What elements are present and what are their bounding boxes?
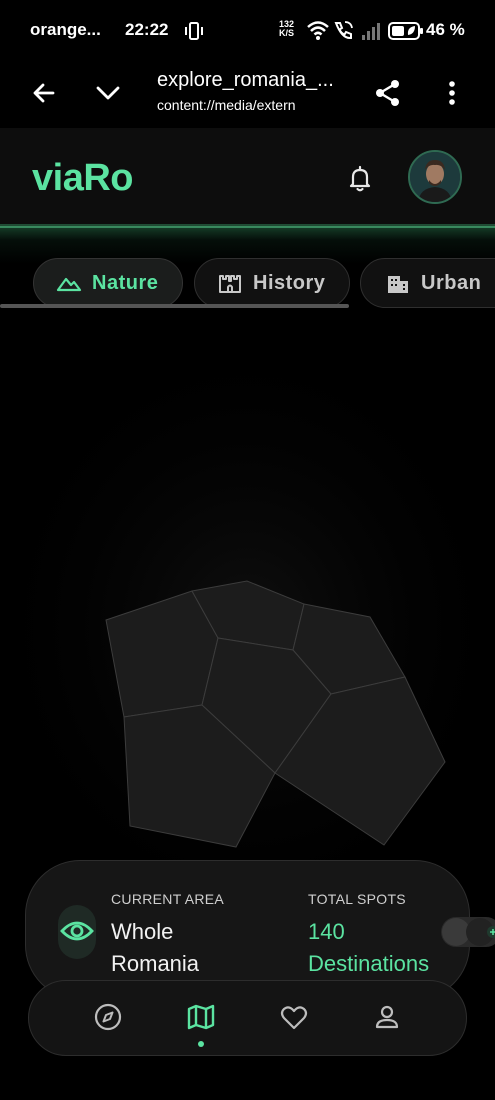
eye-icon [60, 921, 94, 941]
castle-icon [219, 275, 241, 293]
total-spots-value: 140 Destinations [308, 919, 430, 976]
app-logo[interactable]: viaRo [32, 157, 133, 200]
share-icon[interactable] [373, 78, 403, 108]
chip-label: Urban [421, 271, 482, 294]
current-area-label: CURRENT AREA [111, 891, 225, 907]
battery-percent: 46 % [426, 20, 465, 39]
active-nav-indicator [198, 1041, 204, 1047]
wifi-icon [307, 21, 329, 40]
person-icon[interactable] [372, 1002, 402, 1032]
chip-label: History [253, 271, 326, 294]
net-speed-unit: K/S [279, 28, 295, 38]
battery-saver-icon [388, 22, 423, 40]
romania-regions-map[interactable] [0, 320, 495, 880]
toggle-switch[interactable] [441, 916, 495, 948]
chevron-down-icon[interactable] [93, 78, 123, 108]
app-screen: orange... 22:22 132 K/S 46 % explore_rom… [0, 0, 495, 1100]
signal-icon [362, 23, 380, 40]
header-divider [0, 226, 495, 228]
net-speed: 132 K/S [279, 20, 294, 38]
page-title: explore_romania_... [157, 69, 334, 91]
mountain-icon [56, 277, 82, 292]
avatar[interactable] [408, 150, 462, 204]
avatar-portrait [410, 152, 460, 202]
wifi-calling-icon [334, 21, 353, 40]
chip-label: Nature [92, 271, 159, 294]
heart-icon[interactable] [279, 1002, 309, 1032]
chip-urban[interactable]: Urban [360, 258, 495, 308]
chip-history[interactable]: History [194, 258, 350, 308]
back-arrow-icon[interactable] [29, 78, 59, 108]
map-icon[interactable] [186, 1002, 216, 1032]
page-url[interactable]: content://media/extern [157, 97, 296, 113]
building-icon [388, 276, 408, 293]
carrier-name: orange... [30, 20, 101, 39]
more-vert-icon[interactable] [437, 78, 467, 108]
chips-scroll-indicator[interactable] [0, 304, 349, 308]
bell-icon[interactable] [344, 162, 376, 194]
total-spots-label: TOTAL SPOTS [308, 891, 406, 907]
chip-nature[interactable]: Nature [33, 258, 183, 308]
status-time: 22:22 [125, 20, 169, 39]
compass-icon[interactable] [93, 1002, 123, 1032]
vibrate-icon [185, 22, 203, 40]
current-area-value: Whole Romania [111, 919, 200, 976]
status-bar: orange... 22:22 132 K/S 46 % [0, 0, 495, 64]
browser-toolbar: explore_romania_... content://media/exte… [0, 64, 495, 128]
